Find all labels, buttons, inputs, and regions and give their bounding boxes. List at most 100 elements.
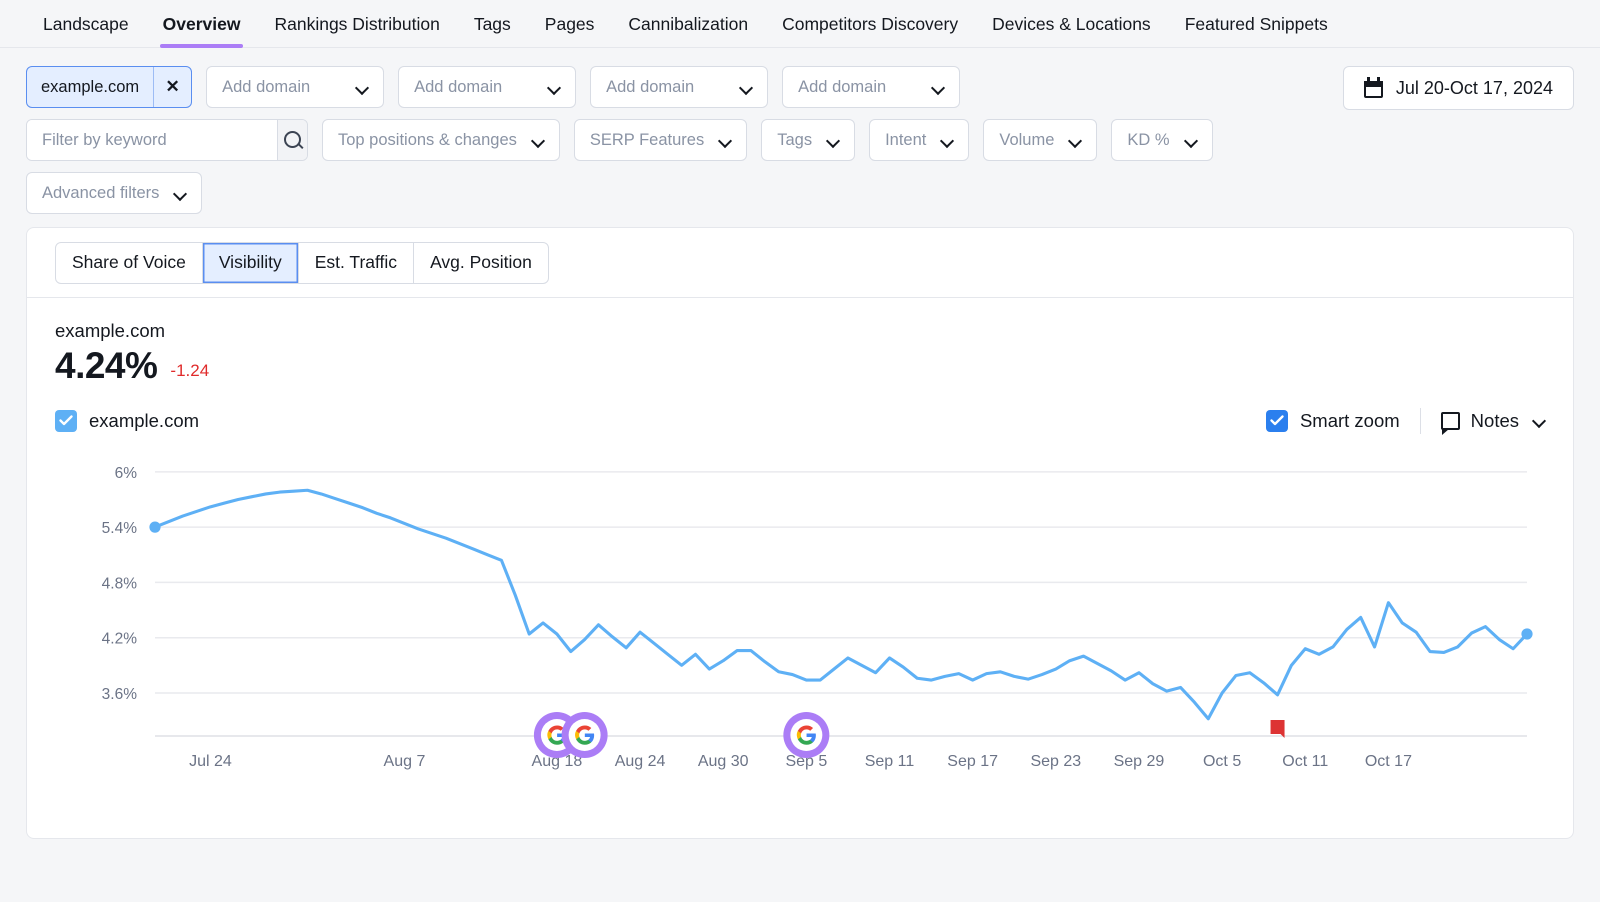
svg-text:Oct 11: Oct 11 xyxy=(1282,753,1328,770)
tab-competitors-discovery[interactable]: Competitors Discovery xyxy=(765,0,975,48)
tab-featured-snippets[interactable]: Featured Snippets xyxy=(1168,0,1345,48)
page-root: Landscape Overview Rankings Distribution… xyxy=(0,0,1600,902)
metric-tab-bar: Share of Voice Visibility Est. Traffic A… xyxy=(27,228,1573,298)
domain-row: example.com ✕ Add domain Add domain Add … xyxy=(26,66,1574,108)
tab-devices-locations[interactable]: Devices & Locations xyxy=(975,0,1168,48)
chevron-down-icon xyxy=(1070,135,1081,146)
svg-text:4.8%: 4.8% xyxy=(102,575,138,592)
filter-top-positions[interactable]: Top positions & changes xyxy=(322,119,560,161)
chevron-down-icon xyxy=(720,135,731,146)
filter-serp-features-label: SERP Features xyxy=(590,131,704,150)
notes-dropdown[interactable]: Notes xyxy=(1441,410,1545,432)
divider xyxy=(1420,408,1421,434)
filter-top-positions-label: Top positions & changes xyxy=(338,131,517,150)
tab-est-traffic[interactable]: Est. Traffic xyxy=(299,243,414,283)
tab-cannibalization[interactable]: Cannibalization xyxy=(611,0,765,48)
svg-text:Sep 23: Sep 23 xyxy=(1030,753,1081,770)
svg-text:Aug 7: Aug 7 xyxy=(384,753,426,770)
chevron-down-icon xyxy=(357,82,368,93)
main-tab-bar: Landscape Overview Rankings Distribution… xyxy=(0,0,1600,48)
keyword-filter-row: Top positions & changes SERP Features Ta… xyxy=(26,119,1574,161)
date-range-picker[interactable]: Jul 20-Oct 17, 2024 xyxy=(1343,66,1574,110)
chart-body: example.com 4.24% -1.24 example.com Smar… xyxy=(27,298,1573,788)
series-checkbox[interactable] xyxy=(55,410,77,432)
tab-pages[interactable]: Pages xyxy=(528,0,612,48)
add-domain-button-1[interactable]: Add domain xyxy=(206,66,384,108)
domain-chip-selected[interactable]: example.com ✕ xyxy=(26,66,192,108)
add-domain-button-2[interactable]: Add domain xyxy=(398,66,576,108)
filter-intent[interactable]: Intent xyxy=(869,119,969,161)
tab-avg-position[interactable]: Avg. Position xyxy=(414,243,548,283)
filter-kd[interactable]: KD % xyxy=(1111,119,1212,161)
advanced-filter-row: Advanced filters xyxy=(26,172,1574,214)
svg-text:Oct 5: Oct 5 xyxy=(1203,753,1241,770)
svg-text:Jul 24: Jul 24 xyxy=(189,753,232,770)
tab-share-of-voice[interactable]: Share of Voice xyxy=(56,243,203,283)
domain-chip-label: example.com xyxy=(27,67,153,107)
summary-delta: -1.24 xyxy=(170,361,209,386)
svg-text:Aug 24: Aug 24 xyxy=(615,753,666,770)
svg-text:3.6%: 3.6% xyxy=(102,686,138,703)
search-button[interactable] xyxy=(277,120,307,160)
add-domain-label-2: Add domain xyxy=(414,78,502,97)
svg-text:Sep 11: Sep 11 xyxy=(865,753,915,770)
add-domain-label-3: Add domain xyxy=(606,78,694,97)
filter-volume-label: Volume xyxy=(999,131,1054,150)
filter-volume[interactable]: Volume xyxy=(983,119,1097,161)
tab-overview[interactable]: Overview xyxy=(146,0,258,48)
summary-value-row: 4.24% -1.24 xyxy=(55,347,1545,386)
note-icon xyxy=(1441,412,1460,430)
advanced-filters-label: Advanced filters xyxy=(42,184,159,203)
filter-serp-features[interactable]: SERP Features xyxy=(574,119,747,161)
advanced-filters-button[interactable]: Advanced filters xyxy=(26,172,202,214)
svg-text:5.4%: 5.4% xyxy=(102,520,138,537)
svg-text:Oct 17: Oct 17 xyxy=(1365,753,1412,770)
chevron-down-icon xyxy=(828,135,839,146)
calendar-icon xyxy=(1364,79,1383,98)
add-domain-button-3[interactable]: Add domain xyxy=(590,66,768,108)
chevron-down-icon xyxy=(942,135,953,146)
search-icon xyxy=(284,131,302,149)
smart-zoom-label: Smart zoom xyxy=(1300,410,1400,432)
chevron-down-icon xyxy=(1534,415,1545,426)
chevron-down-icon xyxy=(933,82,944,93)
chart-tools: Smart zoom Notes xyxy=(1266,408,1545,434)
summary-domain: example.com xyxy=(55,320,1545,342)
chart-svg: 6%5.4%4.8%4.2%3.6%Jul 24Aug 7Aug 18Aug 2… xyxy=(55,448,1545,788)
tab-tags[interactable]: Tags xyxy=(457,0,528,48)
filter-tags[interactable]: Tags xyxy=(761,119,855,161)
notes-label: Notes xyxy=(1471,410,1519,432)
svg-text:Sep 17: Sep 17 xyxy=(947,753,998,770)
tab-landscape[interactable]: Landscape xyxy=(26,0,146,48)
date-range-label: Jul 20-Oct 17, 2024 xyxy=(1396,78,1553,99)
metric-segmented-control: Share of Voice Visibility Est. Traffic A… xyxy=(55,242,549,284)
add-domain-label-1: Add domain xyxy=(222,78,310,97)
chevron-down-icon xyxy=(533,135,544,146)
smart-zoom-checkbox[interactable] xyxy=(1266,410,1288,432)
svg-text:4.2%: 4.2% xyxy=(102,631,138,648)
tab-visibility[interactable]: Visibility xyxy=(203,243,299,283)
summary-value: 4.24% xyxy=(55,347,157,386)
remove-domain-button[interactable]: ✕ xyxy=(153,67,191,107)
series-label: example.com xyxy=(89,410,199,432)
add-domain-button-4[interactable]: Add domain xyxy=(782,66,960,108)
svg-text:Aug 30: Aug 30 xyxy=(698,753,749,770)
chevron-down-icon xyxy=(1186,135,1197,146)
add-domain-label-4: Add domain xyxy=(798,78,886,97)
tab-rankings-distribution[interactable]: Rankings Distribution xyxy=(257,0,456,48)
visibility-line-chart[interactable]: 6%5.4%4.8%4.2%3.6%Jul 24Aug 7Aug 18Aug 2… xyxy=(55,448,1545,788)
filter-kd-label: KD % xyxy=(1127,131,1169,150)
filter-tags-label: Tags xyxy=(777,131,812,150)
chevron-down-icon xyxy=(741,82,752,93)
smart-zoom-toggle[interactable]: Smart zoom xyxy=(1266,410,1400,432)
filter-intent-label: Intent xyxy=(885,131,926,150)
visibility-chart-card: Share of Voice Visibility Est. Traffic A… xyxy=(26,227,1574,839)
chevron-down-icon xyxy=(549,82,560,93)
svg-text:6%: 6% xyxy=(115,465,138,482)
chart-legend-row: example.com Smart zoom Notes xyxy=(55,408,1545,434)
svg-text:Sep 29: Sep 29 xyxy=(1114,753,1165,770)
filter-toolbar: example.com ✕ Add domain Add domain Add … xyxy=(0,48,1600,214)
chevron-down-icon xyxy=(175,188,186,199)
search-input[interactable] xyxy=(27,120,277,160)
keyword-search[interactable] xyxy=(26,119,308,161)
